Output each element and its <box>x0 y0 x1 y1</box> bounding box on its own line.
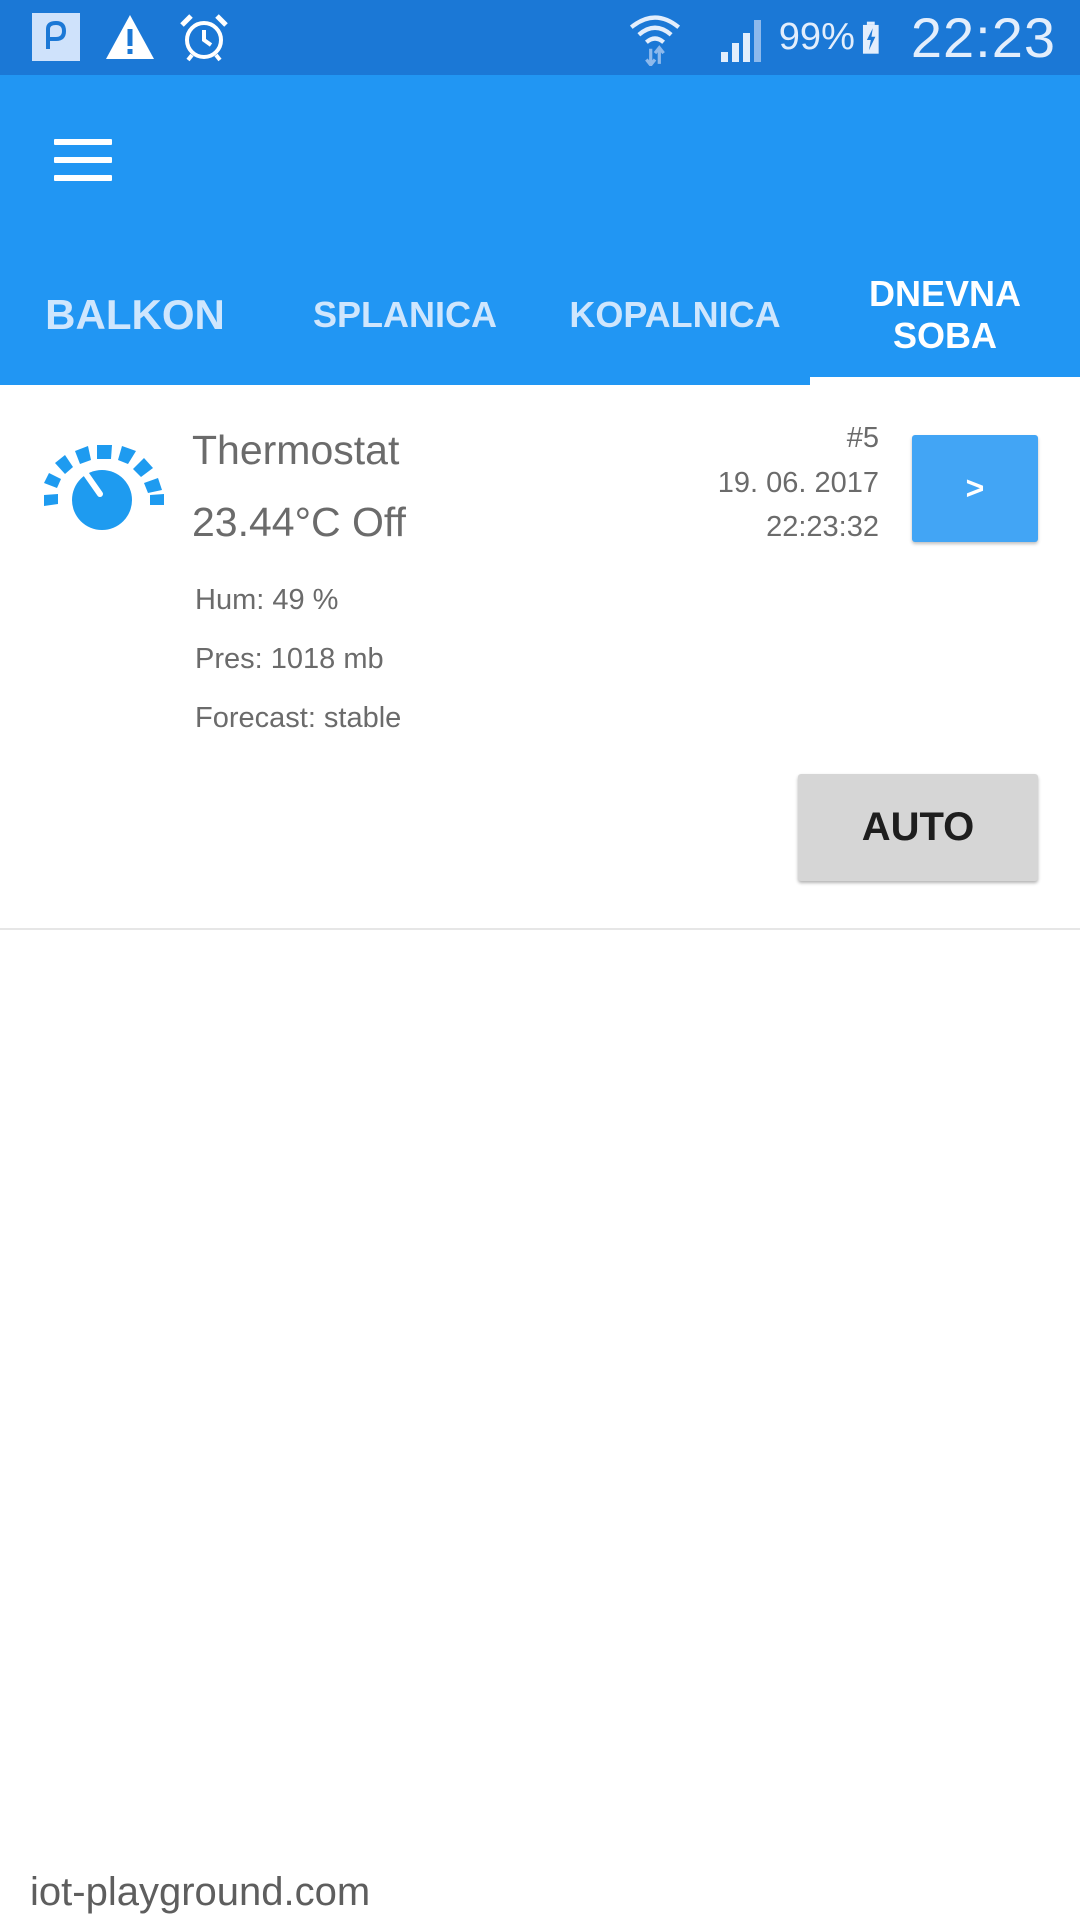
alarm-clock-icon <box>180 14 228 62</box>
footer-watermark: iot-playground.com <box>30 1870 371 1914</box>
thermostat-dial-icon <box>44 445 164 530</box>
room-tabs: BALKON SPLANICA KOPALNICA DNEVNA SOBA <box>0 245 1080 385</box>
hamburger-menu-icon[interactable] <box>54 135 114 185</box>
node-id: #5 <box>846 422 879 454</box>
device-title: Thermostat <box>192 427 400 473</box>
humidity-reading: Hum: 49 % <box>195 584 339 616</box>
forecast-reading: Forecast: stable <box>195 702 402 734</box>
open-details-button[interactable]: > <box>912 435 1038 542</box>
cell-signal-icon <box>720 19 761 62</box>
tab-kopalnica[interactable]: KOPALNICA <box>540 245 810 385</box>
temperature-state: 23.44°C Off <box>192 499 406 545</box>
status-left-icons <box>30 12 230 62</box>
warning-icon <box>106 15 154 59</box>
last-update-date: 19. 06. 2017 <box>717 467 879 499</box>
tab-splanica[interactable]: SPLANICA <box>270 245 540 385</box>
last-update-time: 22:23:32 <box>766 511 879 543</box>
pressure-reading: Pres: 1018 mb <box>195 643 384 675</box>
thermostat-card: Thermostat 23.44°C Off Hum: 49 % Pres: 1… <box>0 385 1080 930</box>
auto-mode-button[interactable]: AUTO <box>798 774 1038 881</box>
battery-percent: 99% <box>778 16 855 58</box>
status-clock: 22:23 <box>910 6 1056 69</box>
app-bar: BALKON SPLANICA KOPALNICA DNEVNA SOBA <box>0 75 1080 385</box>
status-right-icons: 99% 22:23 <box>627 0 1056 75</box>
wifi-icon <box>629 14 680 66</box>
status-bar: 99% 22:23 <box>0 0 1080 75</box>
app-notification-icon <box>32 13 80 61</box>
battery-charging-icon <box>862 21 879 54</box>
tab-dnevna-soba[interactable]: DNEVNA SOBA <box>810 245 1080 385</box>
tab-balkon[interactable]: BALKON <box>0 245 270 385</box>
